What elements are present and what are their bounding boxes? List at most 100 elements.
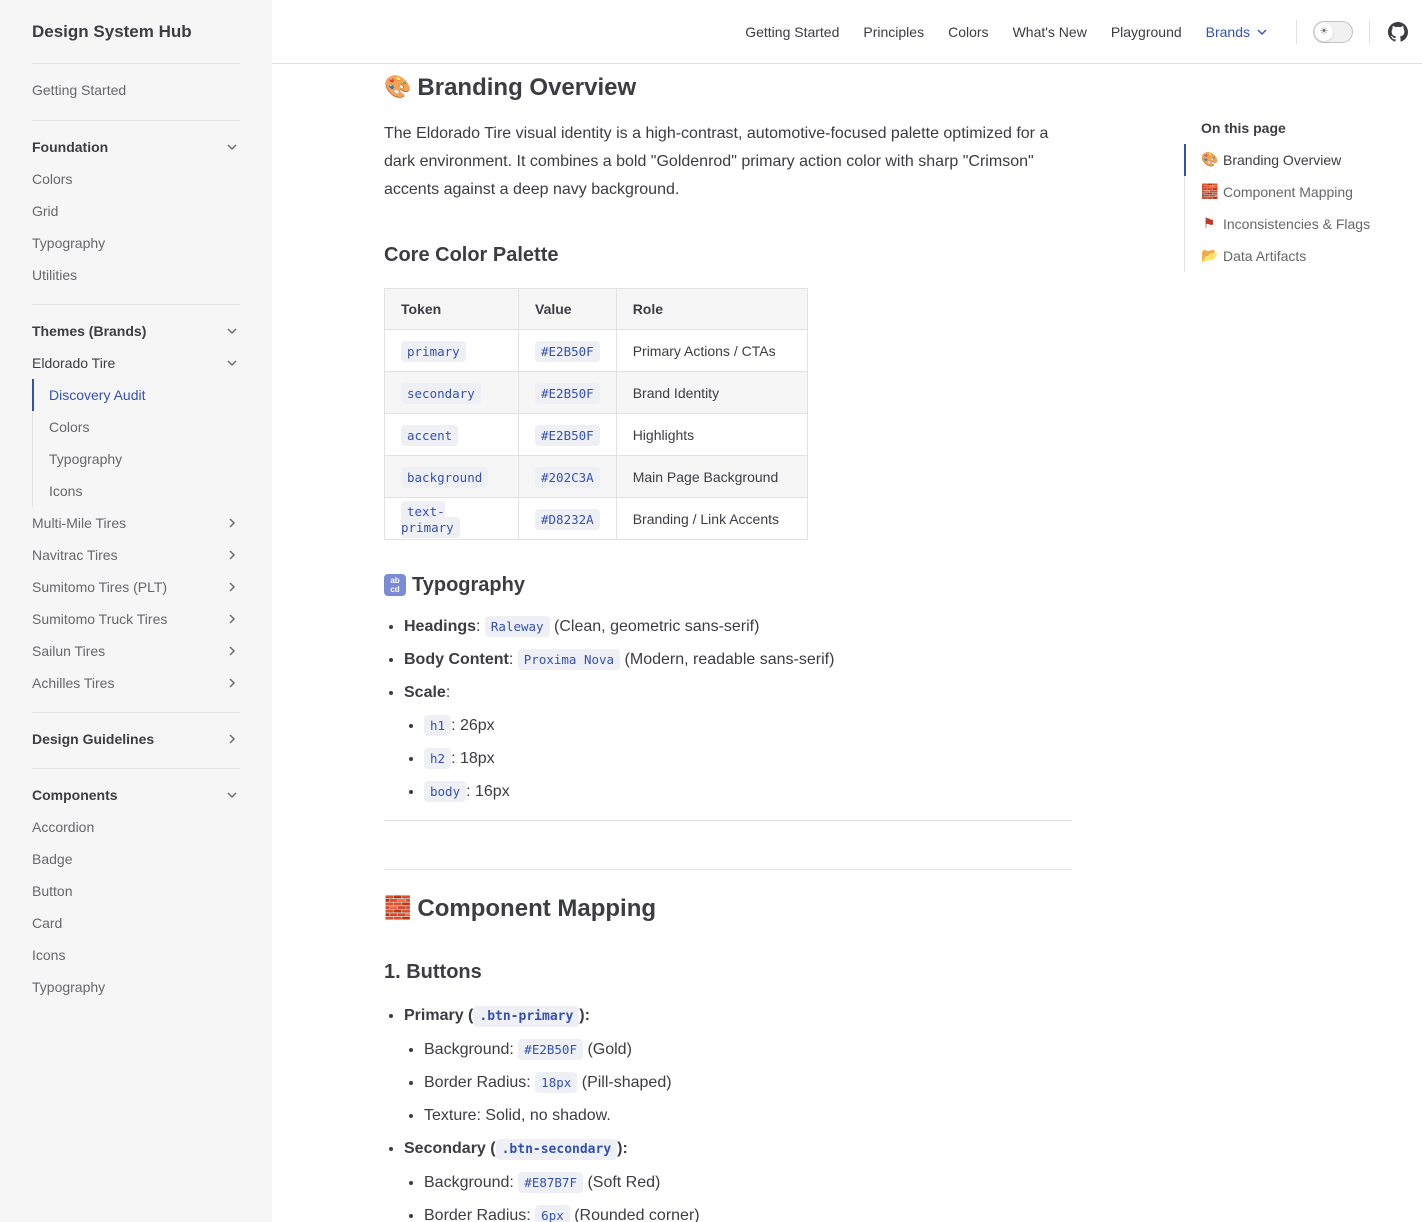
section-label: Components <box>32 787 118 803</box>
sidebar-item-eldorado-tire[interactable]: Eldorado Tire <box>32 347 240 379</box>
token-code: primary <box>401 340 466 362</box>
sidebar-item-achilles[interactable]: Achilles Tires <box>32 667 240 699</box>
table-row: primary #E2B50F Primary Actions / CTAs <box>384 329 808 372</box>
top-nav: Getting Started Principles Colors What's… <box>272 0 1422 64</box>
chevron-down-icon[interactable] <box>224 323 240 339</box>
token-code: background <box>401 466 489 488</box>
headings-desc: (Clean, geometric sans-serif) <box>554 618 760 635</box>
github-icon[interactable] <box>1388 21 1408 42</box>
heading-text: Branding Overview <box>417 74 637 101</box>
sidebar-item-eldorado-colors[interactable]: Colors <box>33 411 240 443</box>
sidebar-item-icons[interactable]: Icons <box>32 939 240 971</box>
sidebar-item-accordion[interactable]: Accordion <box>32 811 240 843</box>
toc-link-label: Branding Overview <box>1223 152 1342 168</box>
nav-brands-dropdown[interactable]: Brands <box>1194 24 1282 40</box>
toc-link-inconsistencies[interactable]: ⚑ Inconsistencies & Flags <box>1185 208 1404 240</box>
nav-colors[interactable]: Colors <box>936 24 1000 40</box>
cell-token: accent <box>384 413 519 456</box>
theme-toggle[interactable]: ☀ <box>1313 20 1353 43</box>
heading-typography: ab cd Typography <box>384 574 1072 596</box>
sidebar-item-utilities[interactable]: Utilities <box>32 259 240 291</box>
sidebar-item-eldorado-icons[interactable]: Icons <box>33 475 240 507</box>
nav-playground[interactable]: Playground <box>1099 24 1194 40</box>
radius-value-code: 18px <box>535 1072 578 1093</box>
chevron-right-icon[interactable] <box>224 515 240 531</box>
sidebar-group-components: Components Accordion Badge Button Card I… <box>32 769 240 1016</box>
heading-core-palette: Core Color Palette <box>384 244 559 266</box>
secondary-close: ): <box>617 1140 628 1157</box>
nav-divider <box>1369 19 1370 44</box>
toc-link-component-mapping[interactable]: 🧱 Component Mapping <box>1185 176 1404 208</box>
section-label: Themes (Brands) <box>32 323 147 339</box>
sidebar-item-discovery-audit[interactable]: Discovery Audit <box>32 379 240 411</box>
primary-details: Background: #E2B50F (Gold) Border Radius… <box>404 1033 1072 1132</box>
sidebar-section-themes[interactable]: Themes (Brands) <box>32 315 240 347</box>
chevron-right-icon[interactable] <box>224 643 240 659</box>
sidebar-item-typography[interactable]: Typography <box>32 227 240 259</box>
section-divider <box>384 820 1072 821</box>
toc-link-data-artifacts[interactable]: 📂 Data Artifacts <box>1185 240 1404 272</box>
sidebar-item-getting-started[interactable]: Getting Started <box>32 74 240 106</box>
list-item: Border Radius: 6px (Rounded corner) <box>424 1199 1072 1222</box>
heading-component-mapping: 🧱 Component Mapping <box>384 897 1072 921</box>
table-row: accent #E2B50F Highlights <box>384 413 808 456</box>
nav-whats-new[interactable]: What's New <box>1001 24 1099 40</box>
sidebar-item-sumitomo-plt[interactable]: Sumitomo Tires (PLT) <box>32 571 240 603</box>
chevron-down-icon[interactable] <box>224 355 240 371</box>
sidebar-group-themes: Themes (Brands) Eldorado Tire Discovery … <box>32 305 240 713</box>
toc-link-branding-overview[interactable]: 🎨 Branding Overview <box>1184 144 1404 176</box>
toc-link-label: Component Mapping <box>1223 184 1353 200</box>
sidebar-item-eldorado-typography[interactable]: Typography <box>33 443 240 475</box>
chevron-right-icon[interactable] <box>224 611 240 627</box>
sidebar-item-sailun[interactable]: Sailun Tires <box>32 635 240 667</box>
value-code: #E2B50F <box>535 340 600 362</box>
sidebar-section-design-guidelines[interactable]: Design Guidelines <box>32 723 240 755</box>
cell-role: Main Page Background <box>615 455 808 498</box>
list-item: body: 16px <box>424 775 1072 808</box>
brands-label: Brands <box>1205 23 1250 40</box>
sidebar-item-comp-typography[interactable]: Typography <box>32 971 240 1003</box>
chevron-right-icon[interactable] <box>224 579 240 595</box>
sidebar-section-components[interactable]: Components <box>32 779 240 811</box>
th-value: Value <box>518 288 617 330</box>
site-title[interactable]: Design System Hub <box>32 0 240 64</box>
cell-role: Primary Actions / CTAs <box>615 329 808 372</box>
list-item: Headings: Raleway (Clean, geometric sans… <box>404 610 1072 643</box>
abcd-emoji: ab cd <box>384 574 406 596</box>
sidebar-item-multi-mile[interactable]: Multi-Mile Tires <box>32 507 240 539</box>
cell-value: #E2B50F <box>518 413 617 456</box>
list-item: Secondary (.btn-secondary): Background: … <box>404 1132 1072 1222</box>
scale-value: : 26px <box>451 717 495 734</box>
item-label: Sumitomo Truck Tires <box>32 611 168 627</box>
chevron-right-icon[interactable] <box>224 731 240 747</box>
chevron-down-icon[interactable] <box>224 139 240 155</box>
heading-branding-overview: 🎨 Branding Overview <box>384 76 1072 100</box>
sidebar-item-colors[interactable]: Colors <box>32 163 240 195</box>
nav-getting-started[interactable]: Getting Started <box>733 24 851 40</box>
sidebar-item-card[interactable]: Card <box>32 907 240 939</box>
value-code: #E2B50F <box>535 382 600 404</box>
sidebar-section-foundation[interactable]: Foundation <box>32 131 240 163</box>
sidebar-item-button[interactable]: Button <box>32 875 240 907</box>
chevron-down-icon[interactable] <box>224 787 240 803</box>
chevron-right-icon[interactable] <box>224 675 240 691</box>
sidebar-item-badge[interactable]: Badge <box>32 843 240 875</box>
nav-principles[interactable]: Principles <box>851 24 936 40</box>
chevron-right-icon[interactable] <box>224 547 240 563</box>
scale-value: : 18px <box>451 750 495 767</box>
item-label: Achilles Tires <box>32 675 115 691</box>
list-item: Primary (.btn-primary): Background: #E2B… <box>404 999 1072 1132</box>
nav-divider <box>1296 19 1297 44</box>
chevron-down-icon <box>1254 24 1270 40</box>
sidebar-item-grid[interactable]: Grid <box>32 195 240 227</box>
scale-list: h1: 26px h2: 18px body: 16px <box>404 709 1072 808</box>
primary-label: Primary ( <box>404 1007 474 1024</box>
table-row: secondary #E2B50F Brand Identity <box>384 371 808 414</box>
sidebar-item-navitrac[interactable]: Navitrac Tires <box>32 539 240 571</box>
item-label: Eldorado Tire <box>32 355 116 371</box>
scale-value: : 16px <box>466 783 510 800</box>
flag-emoji: ⚑ <box>1202 216 1216 232</box>
list-item: h2: 18px <box>424 742 1072 775</box>
heading-buttons: 1. Buttons <box>384 961 482 983</box>
sidebar-item-sumitomo-truck[interactable]: Sumitomo Truck Tires <box>32 603 240 635</box>
